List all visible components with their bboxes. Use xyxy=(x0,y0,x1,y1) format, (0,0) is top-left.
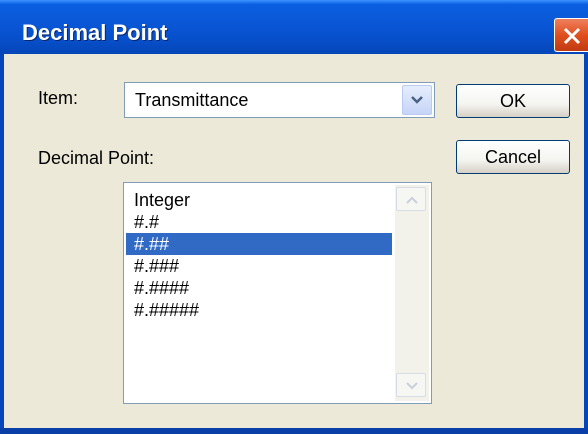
scroll-up-button[interactable] xyxy=(396,187,426,211)
window-title: Decimal Point xyxy=(22,20,168,45)
decimal-point-options: Integer #.# #.## #.### #.#### #.##### xyxy=(126,189,392,321)
ok-button[interactable]: OK xyxy=(456,84,570,118)
item-label: Item: xyxy=(38,88,79,108)
scroll-down-button[interactable] xyxy=(396,373,426,397)
list-item[interactable]: #.#### xyxy=(126,277,392,299)
item-combobox-value: Transmittance xyxy=(135,90,249,110)
window-frame-bottom xyxy=(0,428,588,434)
window-frame-left xyxy=(0,54,4,434)
cancel-button[interactable]: Cancel xyxy=(456,140,570,174)
title-bar[interactable]: Decimal Point xyxy=(0,0,588,54)
list-item[interactable]: #.### xyxy=(126,255,392,277)
chevron-down-icon xyxy=(411,96,423,104)
scroll-down-arrow-icon xyxy=(406,382,418,390)
decimal-point-listbox[interactable]: Integer #.# #.## #.### #.#### #.##### xyxy=(123,182,432,404)
item-combobox[interactable]: Transmittance xyxy=(124,82,435,118)
close-button[interactable] xyxy=(554,18,588,52)
scroll-up-arrow-icon xyxy=(406,196,418,204)
list-item[interactable]: #.##### xyxy=(126,299,392,321)
item-dropdown-button[interactable] xyxy=(402,85,432,115)
list-item[interactable]: #.## xyxy=(126,233,392,255)
list-item[interactable]: #.# xyxy=(126,211,392,233)
decimal-point-label: Decimal Point: xyxy=(38,148,155,168)
vertical-scrollbar[interactable] xyxy=(395,185,429,401)
close-icon xyxy=(563,27,581,45)
decimal-point-dialog: Decimal Point Item: Transmittance OK Can… xyxy=(0,0,588,434)
window-frame-right xyxy=(584,54,588,434)
list-item[interactable]: Integer xyxy=(126,189,392,211)
